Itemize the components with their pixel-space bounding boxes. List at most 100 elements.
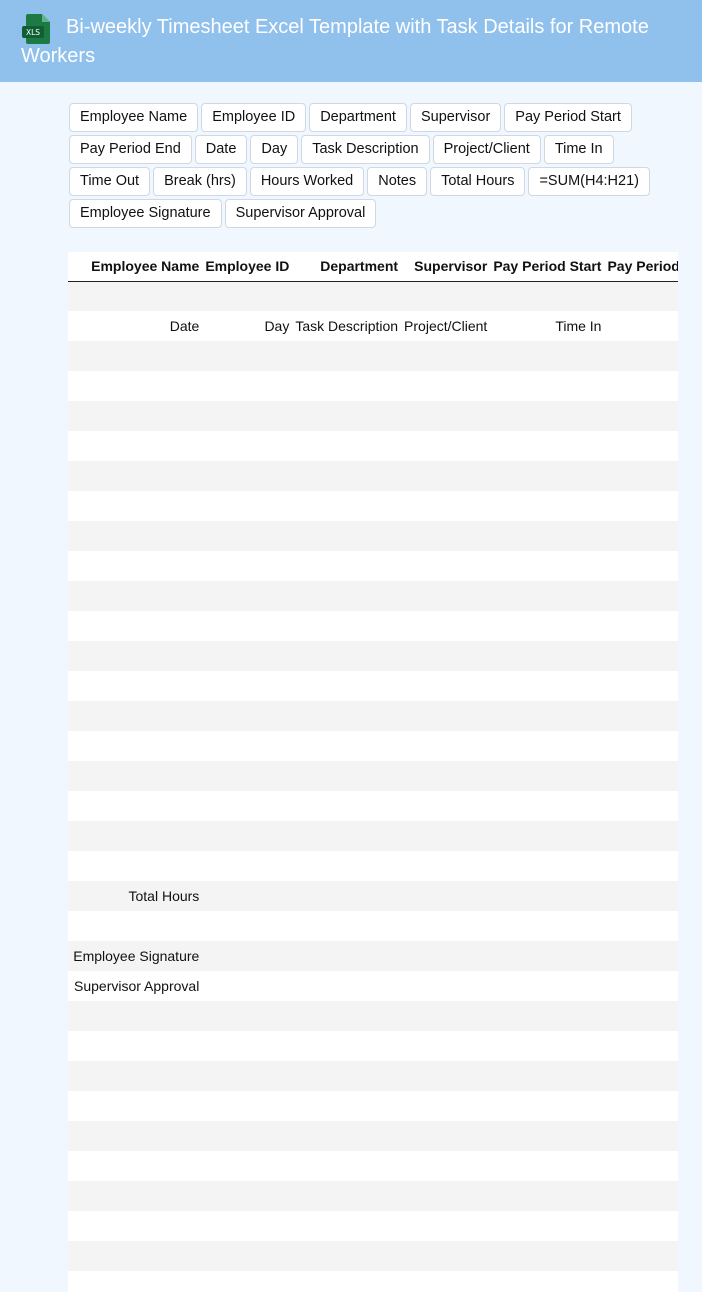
table-cell[interactable] [404,581,494,611]
table-cell[interactable] [493,521,608,551]
table-cell[interactable] [73,821,206,851]
table-cell[interactable] [205,611,296,641]
table-cell[interactable] [295,281,405,311]
table-cell[interactable] [205,911,296,941]
table-cell[interactable] [607,551,678,581]
table-cell[interactable] [404,1271,494,1292]
field-chip[interactable]: Supervisor [409,103,502,132]
table-cell[interactable] [73,641,206,671]
table-cell[interactable] [73,1271,206,1292]
table-cell[interactable] [73,341,206,371]
table-cell[interactable] [295,521,405,551]
table-cell[interactable] [607,1241,678,1271]
table-cell[interactable] [493,551,608,581]
table-cell[interactable] [205,281,296,311]
table-cell[interactable] [205,341,296,371]
table-cell[interactable] [404,1061,494,1091]
table-cell[interactable] [73,611,206,641]
table-cell[interactable] [493,341,608,371]
table-cell[interactable] [205,791,296,821]
field-chip[interactable]: Total Hours [430,167,526,196]
table-cell[interactable] [295,971,405,1001]
table-cell[interactable] [607,611,678,641]
table-cell[interactable] [607,521,678,551]
table-cell[interactable] [205,491,296,521]
table-cell[interactable] [295,1061,405,1091]
table-cell[interactable] [493,581,608,611]
table-cell[interactable] [205,761,296,791]
table-cell[interactable] [493,371,608,401]
table-cell[interactable] [205,731,296,761]
table-cell[interactable] [493,1241,608,1271]
field-chip[interactable]: Employee Signature [69,199,222,228]
table-cell[interactable] [404,641,494,671]
table-cell[interactable] [295,401,405,431]
table-cell[interactable] [73,671,206,701]
table-cell[interactable] [493,731,608,761]
field-chip[interactable]: Supervisor Approval [224,199,377,228]
table-cell[interactable] [404,611,494,641]
table-cell[interactable]: Day [205,311,296,341]
table-cell[interactable]: Task Description [295,311,405,341]
table-cell[interactable] [607,1061,678,1091]
table-cell[interactable] [73,731,206,761]
table-cell[interactable] [73,1091,206,1121]
table-cell[interactable] [73,1001,206,1031]
table-cell[interactable] [205,1121,296,1151]
table-cell[interactable] [205,851,296,881]
table-cell[interactable] [295,671,405,701]
table-cell[interactable] [295,941,405,971]
table-cell[interactable] [73,761,206,791]
table-cell[interactable] [205,371,296,401]
field-chip[interactable]: Pay Period End [69,135,192,164]
table-cell[interactable] [205,1211,296,1241]
field-chip[interactable]: Hours Worked [249,167,365,196]
table-cell[interactable] [493,1271,608,1292]
table-cell[interactable] [205,1091,296,1121]
table-cell[interactable] [205,581,296,611]
table-cell[interactable] [493,1151,608,1181]
table-cell[interactable] [404,431,494,461]
table-cell[interactable] [205,941,296,971]
table-cell[interactable] [493,1181,608,1211]
table-cell[interactable] [205,671,296,701]
table-cell[interactable] [295,1211,405,1241]
table-cell[interactable] [607,1181,678,1211]
table-cell[interactable] [404,971,494,1001]
field-chip[interactable]: Pay Period Start [504,103,632,132]
table-cell[interactable] [205,1271,296,1292]
table-cell[interactable] [493,431,608,461]
field-chip[interactable]: Employee Name [69,103,199,132]
table-cell[interactable] [607,1121,678,1151]
table-cell[interactable] [73,401,206,431]
table-cell[interactable] [493,401,608,431]
table-cell[interactable] [404,551,494,581]
table-cell[interactable] [607,281,678,311]
table-cell[interactable] [404,1211,494,1241]
table-cell[interactable] [493,1211,608,1241]
table-cell[interactable] [295,1151,405,1181]
table-cell[interactable] [493,491,608,521]
table-cell[interactable]: Time In [493,311,608,341]
table-cell[interactable] [404,1121,494,1151]
table-cell[interactable] [404,461,494,491]
table-cell[interactable] [607,581,678,611]
table-cell[interactable]: Employee Signature [73,941,206,971]
table-cell[interactable] [404,491,494,521]
table-cell[interactable] [404,1091,494,1121]
field-chip[interactable]: Project/Client [432,135,541,164]
table-cell[interactable] [493,641,608,671]
table-cell[interactable] [73,371,206,401]
table-cell[interactable] [607,431,678,461]
table-cell[interactable] [607,341,678,371]
table-cell[interactable] [607,911,678,941]
table-cell[interactable] [295,881,405,911]
table-cell[interactable] [295,791,405,821]
table-cell[interactable] [607,1211,678,1241]
table-cell[interactable] [295,1181,405,1211]
table-cell[interactable] [205,521,296,551]
table-cell[interactable] [73,521,206,551]
table-cell[interactable] [295,461,405,491]
table-cell[interactable] [607,371,678,401]
table-cell[interactable] [607,761,678,791]
